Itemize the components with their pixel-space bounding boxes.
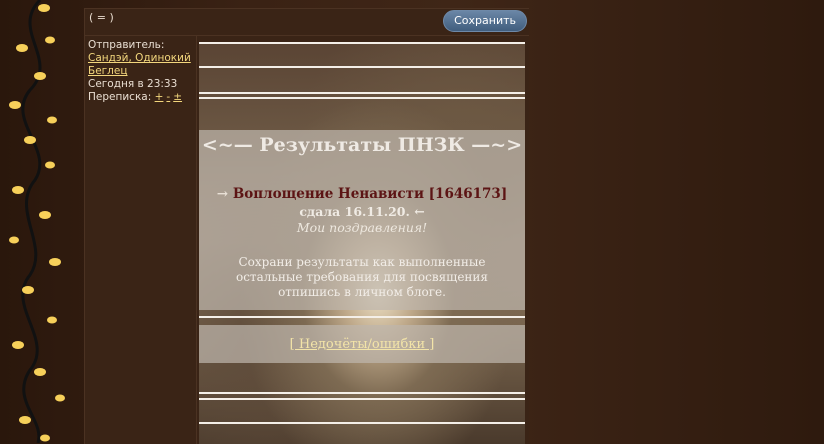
divider-line xyxy=(199,92,525,94)
errors-link[interactable]: [ Недочёты/ошибки ] xyxy=(290,337,435,352)
correspondence-add-link[interactable]: + xyxy=(155,91,164,103)
vine-lights-decoration xyxy=(9,0,65,443)
sender-label: Отправитель: xyxy=(88,39,165,51)
divider-line xyxy=(199,42,525,44)
message-panel: ( = ) Сохранить Отправитель: Сандэй, Оди… xyxy=(84,8,529,444)
instruction-text: Сохрани результаты как выполненные остал… xyxy=(235,255,488,299)
divider-line xyxy=(199,392,525,394)
work-line: → Воплощение Ненависти [1646173] xyxy=(199,187,525,202)
correspondence-remove-link[interactable]: - xyxy=(166,91,170,103)
arrow-right-icon: → xyxy=(216,186,229,202)
sender-info: Отправитель: Сандэй, Одинокий Беглец Сег… xyxy=(85,36,197,444)
link-row: [ Недочёты/ошибки ] xyxy=(199,336,525,352)
message-time: Сегодня в 23:33 xyxy=(88,78,178,90)
passed-date: сдала 16.11.20. ← xyxy=(299,204,425,219)
correspondence-label: Переписка: xyxy=(88,91,152,103)
divider-line xyxy=(199,422,525,424)
divider-line xyxy=(199,398,525,400)
work-title: Воплощение Ненависти [1646173] xyxy=(232,186,508,202)
divider-line xyxy=(199,316,525,318)
divider-line xyxy=(199,66,525,68)
correspondence-toggle-link[interactable]: ± xyxy=(173,91,182,103)
post-body: <~— Результаты ПНЗК —~> → Воплощение Нен… xyxy=(199,42,525,444)
results-heading: <~— Результаты ПНЗК —~> xyxy=(201,134,523,156)
correspondence-row: Переписка: + - ± xyxy=(88,91,193,104)
message-marker: ( = ) xyxy=(89,11,114,24)
congrats-text: Мои поздравления! xyxy=(296,220,428,235)
message-toolbar: ( = ) Сохранить xyxy=(85,9,529,36)
save-button[interactable]: Сохранить xyxy=(443,10,527,32)
divider-line xyxy=(199,97,525,99)
sender-name-link[interactable]: Сандэй, Одинокий Беглец xyxy=(88,52,191,77)
